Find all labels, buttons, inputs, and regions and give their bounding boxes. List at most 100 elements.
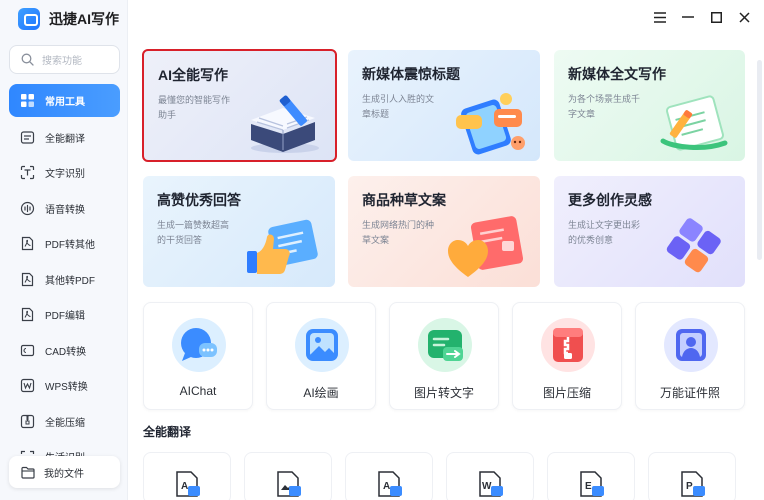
sidebar-item-label: CAD转换: [45, 346, 87, 358]
svg-text:W: W: [482, 481, 492, 492]
maximize-button[interactable]: [710, 8, 722, 26]
svg-text:A: A: [383, 481, 390, 492]
sidebar-item-label: PDF编辑: [45, 311, 85, 323]
svg-text:E: E: [585, 481, 592, 492]
image-translate-icon: [277, 471, 301, 497]
tool-label: 图片压缩: [542, 386, 591, 400]
folder-icon: [21, 466, 35, 479]
menu-button[interactable]: [654, 8, 666, 26]
card-title: AI全能写作: [158, 67, 228, 83]
card-title: 商品种草文案: [362, 192, 446, 208]
pdf-convert-icon: [21, 272, 34, 286]
phone-chat-icon: [456, 93, 525, 155]
my-files-label: 我的文件: [44, 468, 84, 480]
card-title: 更多创作灵感: [568, 192, 652, 208]
window-controls: [654, 8, 750, 26]
sidebar-item-common-tools[interactable]: 常用工具: [9, 84, 120, 117]
card-ai-writing[interactable]: AI全能写作 最懂您的智能写作助手: [142, 49, 337, 162]
sidebar-item-compress[interactable]: 全能压缩: [9, 404, 120, 440]
pdf-icon: [21, 237, 34, 251]
card-title: 高赞优秀回答: [157, 192, 241, 208]
tool-id-photo[interactable]: 万能证件照: [635, 302, 745, 410]
blocks-icon: [666, 218, 721, 273]
section-title: 全能翻译: [143, 425, 192, 439]
doc-translate-icon: A: [176, 471, 200, 497]
search-input[interactable]: 搜索功能: [9, 45, 120, 74]
card-desc: 生成让文字更出彩的优秀创意: [568, 220, 641, 245]
card-top-answer[interactable]: 高赞优秀回答 生成一篇赞数超高的干货回答: [143, 176, 335, 287]
ppt-translate-icon: P: [681, 471, 705, 497]
card-desc: 生成引人入胜的文章标题: [362, 94, 435, 119]
search-placeholder: 搜索功能: [42, 56, 82, 67]
svg-text:A: A: [181, 481, 188, 492]
excel-translate-icon: E: [580, 471, 604, 497]
compress-icon: [20, 414, 35, 428]
translate-ppt-tile[interactable]: P: [648, 452, 736, 500]
sidebar-item-label: 语音转换: [45, 204, 85, 216]
my-files-button[interactable]: 我的文件: [9, 456, 120, 488]
heart-bag-icon: [448, 216, 524, 277]
tool-label: 图片转文字: [413, 386, 474, 400]
scrollbar[interactable]: [757, 60, 762, 260]
maximize-icon: [710, 11, 722, 23]
tool-label: 万能证件照: [659, 386, 720, 400]
text-scan-icon: [20, 166, 35, 180]
sidebar: 迅捷AI写作 搜索功能 常用工具 全能翻译 文字识别 语音转换 PDF转其他 其…: [0, 0, 128, 500]
sidebar-item-label: 其他转PDF: [45, 275, 95, 287]
tool-image-compress[interactable]: 图片压缩: [512, 302, 622, 410]
wps-icon: [20, 379, 35, 393]
card-media-title[interactable]: 新媒体震惊标题 生成引人入胜的文章标题: [348, 50, 540, 161]
app-logo-icon: [18, 8, 40, 30]
image-to-text-icon: [418, 318, 472, 372]
book-pen-icon: [251, 95, 319, 153]
tool-label: AI绘画: [303, 386, 339, 400]
minimize-button[interactable]: [682, 8, 694, 26]
sidebar-nav: 常用工具 全能翻译 文字识别 语音转换 PDF转其他 其他转PDF PDF编辑: [9, 84, 120, 475]
sidebar-item-label: 全能压缩: [45, 417, 85, 429]
pdf-edit-icon: [21, 308, 34, 322]
sidebar-item-pdf-to-other[interactable]: PDF转其他: [9, 226, 120, 262]
sidebar-item-translate[interactable]: 全能翻译: [9, 120, 120, 156]
tool-label: AIChat: [179, 384, 217, 398]
tool-image-to-text[interactable]: 图片转文字: [389, 302, 499, 410]
tool-ai-painting[interactable]: AI绘画: [266, 302, 376, 410]
menu-icon: [654, 11, 666, 23]
id-photo-icon: [664, 318, 718, 372]
brand: 迅捷AI写作: [18, 8, 119, 30]
card-more-ideas[interactable]: 更多创作灵感 生成让文字更出彩的优秀创意: [554, 176, 745, 287]
translate-icon: [20, 131, 35, 144]
translate-word-tile[interactable]: W: [446, 452, 534, 500]
sidebar-item-cad[interactable]: CAD转换: [9, 333, 120, 369]
tool-aichat[interactable]: AIChat: [143, 302, 253, 410]
translate-pdf-tile[interactable]: A: [345, 452, 433, 500]
zip-icon: [541, 318, 595, 372]
card-title: 新媒体全文写作: [568, 66, 666, 82]
cad-icon: [20, 344, 35, 356]
sidebar-item-label: 全能翻译: [45, 133, 85, 145]
card-desc: 生成一篇赞数超高的干货回答: [157, 220, 230, 245]
sidebar-item-ocr[interactable]: 文字识别: [9, 155, 120, 191]
grid-icon: [21, 94, 34, 107]
audio-icon: [20, 201, 35, 215]
card-media-fulltext[interactable]: 新媒体全文写作 为各个场景生成千字文章: [554, 50, 745, 161]
sidebar-item-audio[interactable]: 语音转换: [9, 191, 120, 227]
sidebar-item-label: 文字识别: [45, 169, 85, 181]
translate-image-tile[interactable]: [244, 452, 332, 500]
chat-bubble-icon: [172, 318, 226, 372]
close-icon: [738, 11, 750, 23]
sidebar-item-pdf-edit[interactable]: PDF编辑: [9, 297, 120, 333]
translate-excel-tile[interactable]: E: [547, 452, 635, 500]
translate-doc-tile[interactable]: A: [143, 452, 231, 500]
minimize-icon: [682, 16, 694, 18]
image-icon: [295, 318, 349, 372]
card-desc: 生成网络热门的种草文案: [362, 220, 435, 245]
sidebar-item-label: WPS转换: [45, 382, 88, 394]
card-desc: 最懂您的智能写作助手: [158, 95, 231, 120]
card-product-copy[interactable]: 商品种草文案 生成网络热门的种草文案: [348, 176, 540, 287]
sidebar-item-label: PDF转其他: [45, 240, 95, 252]
sidebar-item-other-to-pdf[interactable]: 其他转PDF: [9, 262, 120, 298]
sidebar-item-wps[interactable]: WPS转换: [9, 368, 120, 404]
search-icon: [21, 53, 34, 66]
sidebar-item-label: 常用工具: [45, 97, 85, 108]
close-button[interactable]: [738, 8, 750, 26]
